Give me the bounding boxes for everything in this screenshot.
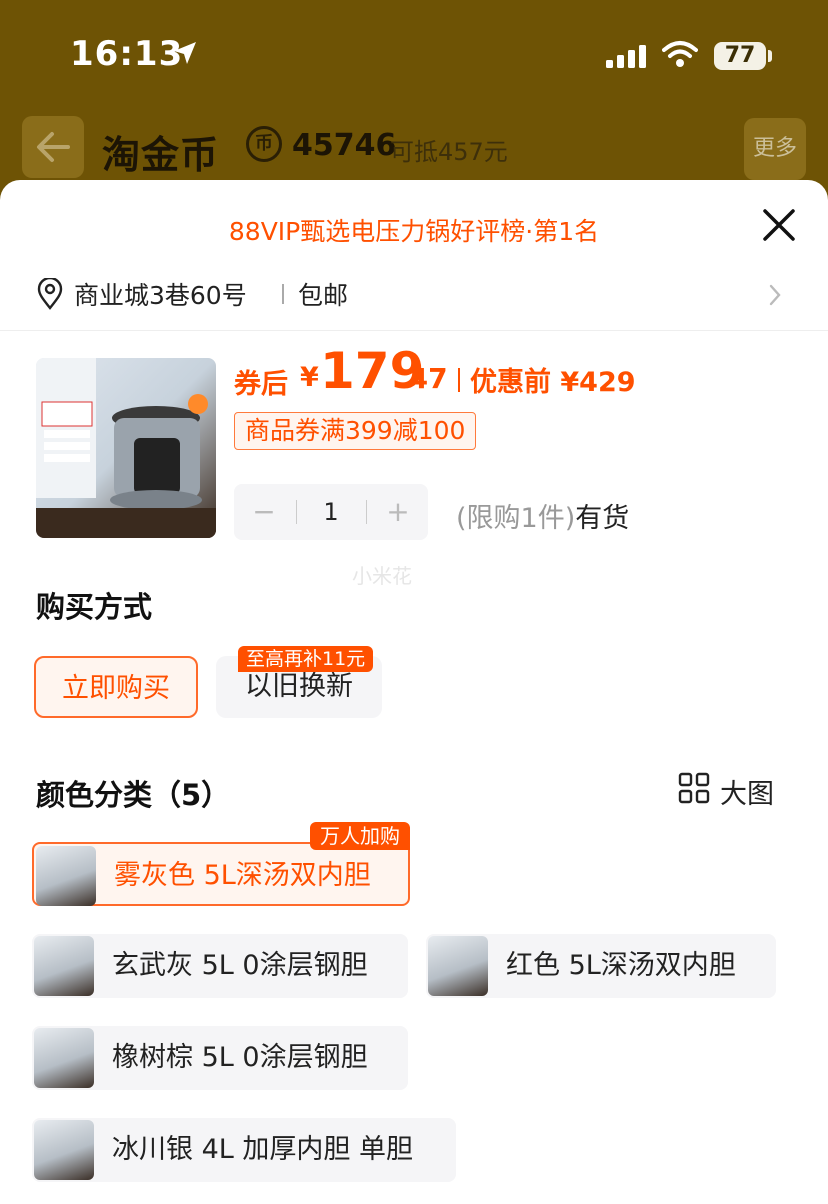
buy-now-option[interactable]: 立即购买 (34, 656, 198, 718)
variant-thumbnail (34, 1120, 94, 1180)
status-bar: 16:13 77 (0, 0, 828, 100)
status-time: 16:13 (70, 34, 184, 74)
color-option-red[interactable]: 红色 5L深汤双内胆 (426, 934, 776, 998)
variant-thumbnail (34, 1028, 94, 1088)
variant-label: 冰川银 4L 加厚内胆 单胆 (112, 1134, 413, 1165)
brand-title: 淘金币 (102, 133, 220, 177)
watermark: 小米花 (352, 564, 412, 588)
back-button[interactable] (22, 116, 84, 178)
currency-symbol: ¥ (300, 362, 319, 393)
color-option-fog-gray[interactable]: 雾灰色 5L深汤双内胆 万人加购 (32, 822, 410, 906)
decrease-button[interactable]: − (234, 484, 294, 540)
coin-worth: 可抵457元 (390, 138, 508, 166)
variant-thumbnail (36, 846, 96, 906)
close-button[interactable] (756, 202, 802, 248)
coin-icon: 币 (246, 126, 282, 162)
cellular-signal-icon (606, 45, 646, 68)
price-decimal: .47 (398, 362, 448, 395)
wifi-icon (662, 41, 698, 67)
top-navbar: 淘金币 币 45746 可抵457元 更多 (0, 112, 828, 182)
stock-info: (限购1件)有货 (456, 496, 629, 535)
coupon-tag: 商品券满399减100 (234, 412, 477, 450)
divider (296, 500, 297, 524)
coin-count: 45746 (292, 128, 397, 163)
variant-thumbnail (428, 936, 488, 996)
color-option-oak-brown[interactable]: 橡树棕 5L 0涂层钢胆 (32, 1026, 408, 1090)
popular-badge: 万人加购 (310, 822, 410, 850)
shipping-text: 包邮 (298, 281, 349, 310)
product-image[interactable] (36, 358, 216, 538)
location-pin-icon (37, 278, 63, 310)
variant-label: 雾灰色 5L深汤双内胆 (114, 860, 371, 891)
battery-tip (768, 50, 772, 62)
ranking-title[interactable]: 88VIP甄选电压力锅好评榜·第1名 (0, 212, 828, 248)
pressure-cooker-image (36, 358, 216, 538)
trade-in-label: 以旧换新 (245, 671, 353, 702)
sku-sheet: 88VIP甄选电压力锅好评榜·第1名 商业城3巷60号 包邮 券后 ¥ 179 … (0, 180, 828, 1204)
trade-in-badge: 至高再补11元 (238, 646, 374, 672)
quantity-stepper: − 1 + (234, 484, 428, 540)
color-option-glacier-silver[interactable]: 冰川银 4L 加厚内胆 单胆 (32, 1118, 456, 1182)
variant-label: 橡树棕 5L 0涂层钢胆 (112, 1042, 368, 1073)
stock-status: 有货 (575, 503, 630, 534)
location-arrow-icon (174, 42, 196, 64)
address-row[interactable]: 商业城3巷60号 包邮 (0, 260, 828, 331)
variant-label: 玄武灰 5L 0涂层钢胆 (112, 950, 368, 981)
color-category-title: 颜色分类（5） (36, 778, 231, 812)
variant-thumbnail (34, 936, 94, 996)
color-option-xuanwu-gray[interactable]: 玄武灰 5L 0涂层钢胆 (32, 934, 408, 998)
more-button[interactable]: 更多 (744, 118, 806, 180)
divider (458, 368, 460, 392)
close-icon (763, 209, 795, 241)
divider (366, 500, 367, 524)
quantity-value[interactable]: 1 (298, 484, 364, 540)
battery-indicator: 77 (714, 42, 766, 70)
purchase-method-title: 购买方式 (36, 590, 153, 624)
divider (282, 284, 284, 304)
increase-button[interactable]: + (368, 484, 428, 540)
grid-view-icon[interactable] (678, 772, 710, 804)
big-image-toggle[interactable]: 大图 (720, 772, 774, 811)
original-price: 优惠前 ¥429 (470, 367, 636, 398)
variant-label: 红色 5L深汤双内胆 (506, 950, 736, 981)
back-arrow-icon (37, 132, 70, 162)
purchase-limit: (限购1件) (456, 503, 576, 534)
chevron-right-icon (769, 284, 781, 306)
address-text: 商业城3巷60号 (74, 281, 247, 310)
price-label: 券后 (234, 369, 288, 400)
